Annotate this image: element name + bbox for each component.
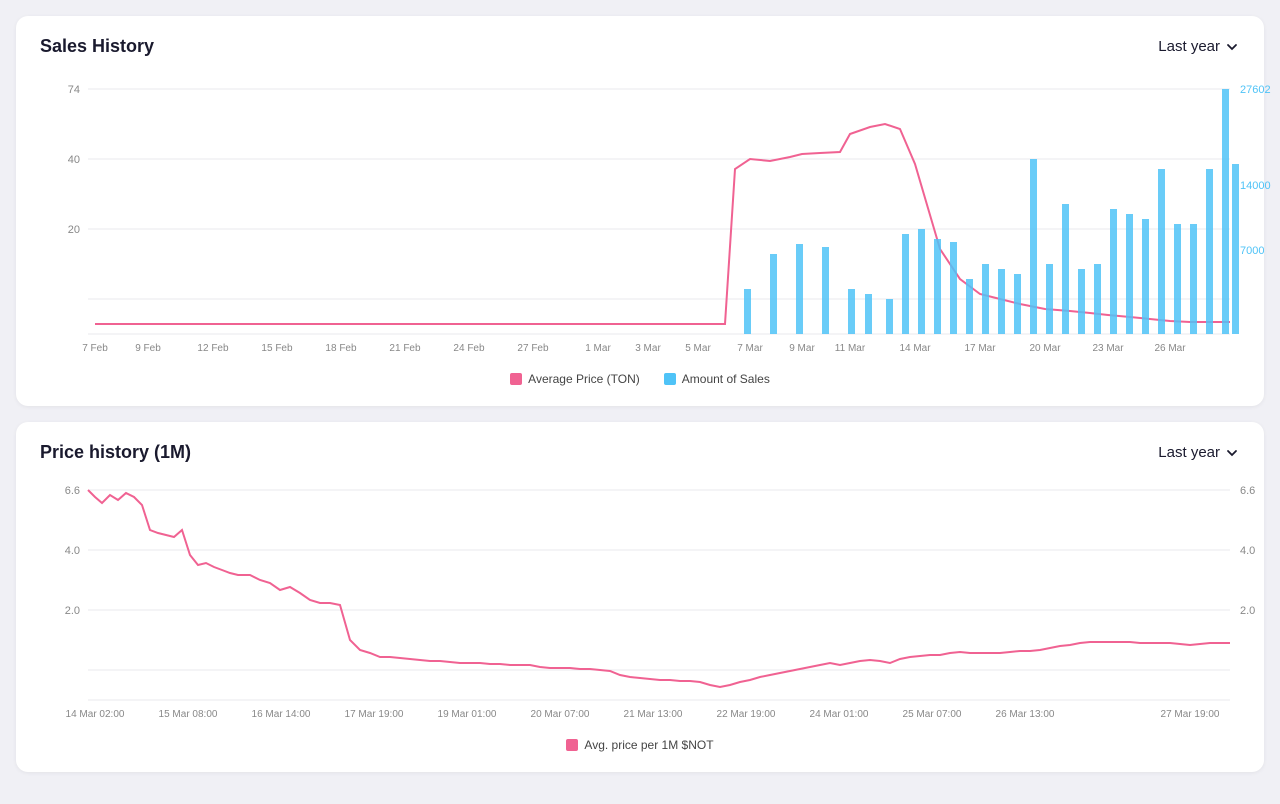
svg-text:14 Mar: 14 Mar <box>899 343 931 354</box>
svg-text:2.0: 2.0 <box>1240 605 1255 617</box>
chevron-down-icon-2 <box>1224 445 1240 461</box>
sales-history-card: Sales History Last year 74 40 20 27602 1… <box>16 16 1264 406</box>
price-history-legend: Avg. price per 1M $NOT <box>40 738 1240 752</box>
sales-history-header: Sales History Last year <box>40 36 1240 57</box>
svg-text:1 Mar: 1 Mar <box>585 343 611 354</box>
svg-text:4.0: 4.0 <box>1240 545 1255 557</box>
svg-text:2.0: 2.0 <box>65 605 80 617</box>
svg-text:20: 20 <box>68 224 80 236</box>
svg-text:12 Feb: 12 Feb <box>197 343 229 354</box>
svg-text:40: 40 <box>68 154 80 166</box>
svg-text:14000: 14000 <box>1240 180 1271 192</box>
svg-text:5 Mar: 5 Mar <box>685 343 711 354</box>
svg-text:25 Mar 07:00: 25 Mar 07:00 <box>903 709 962 720</box>
svg-text:17 Mar 19:00: 17 Mar 19:00 <box>345 709 404 720</box>
svg-text:15 Feb: 15 Feb <box>261 343 293 354</box>
svg-text:27 Mar 19:00: 27 Mar 19:00 <box>1161 709 1220 720</box>
svg-text:6.6: 6.6 <box>65 485 80 497</box>
svg-text:21 Mar 13:00: 21 Mar 13:00 <box>624 709 683 720</box>
svg-text:7 Mar: 7 Mar <box>737 343 763 354</box>
legend-avg-price: Average Price (TON) <box>510 372 640 386</box>
sales-history-svg: 74 40 20 27602 14000 7000 7 Feb 9 Feb 12… <box>40 69 1272 359</box>
price-history-svg: 6.6 4.0 2.0 6.6 4.0 2.0 14 Mar 02:00 15 … <box>40 475 1272 725</box>
svg-text:20 Mar: 20 Mar <box>1029 343 1061 354</box>
svg-text:14 Mar 02:00: 14 Mar 02:00 <box>66 709 125 720</box>
svg-text:22 Mar 19:00: 22 Mar 19:00 <box>717 709 776 720</box>
price-history-period-selector[interactable]: Last year <box>1158 444 1240 461</box>
svg-text:18 Feb: 18 Feb <box>325 343 357 354</box>
svg-text:26 Mar: 26 Mar <box>1154 343 1186 354</box>
legend-avg-price-1m-dot <box>566 739 578 751</box>
legend-amount-sales-label: Amount of Sales <box>682 372 770 386</box>
svg-text:27 Feb: 27 Feb <box>517 343 549 354</box>
svg-text:11 Mar: 11 Mar <box>835 343 866 354</box>
sales-history-period-label: Last year <box>1158 38 1220 55</box>
svg-text:9 Feb: 9 Feb <box>135 343 161 354</box>
svg-text:24 Feb: 24 Feb <box>453 343 485 354</box>
svg-text:26 Mar 13:00: 26 Mar 13:00 <box>996 709 1055 720</box>
svg-text:17 Mar: 17 Mar <box>964 343 996 354</box>
sales-history-title: Sales History <box>40 36 154 57</box>
legend-avg-price-dot <box>510 373 522 385</box>
legend-amount-sales: Amount of Sales <box>664 372 770 386</box>
sales-history-legend: Average Price (TON) Amount of Sales <box>40 372 1240 386</box>
svg-text:27602: 27602 <box>1240 84 1271 96</box>
svg-text:23 Mar: 23 Mar <box>1092 343 1124 354</box>
svg-text:19 Mar 01:00: 19 Mar 01:00 <box>438 709 497 720</box>
sales-history-chart-area: 74 40 20 27602 14000 7000 7 Feb 9 Feb 12… <box>40 69 1240 364</box>
chevron-down-icon <box>1224 39 1240 55</box>
svg-text:6.6: 6.6 <box>1240 485 1255 497</box>
legend-avg-price-1m-label: Avg. price per 1M $NOT <box>584 738 713 752</box>
price-history-title: Price history (1M) <box>40 442 191 463</box>
legend-avg-price-label: Average Price (TON) <box>528 372 640 386</box>
price-history-card: Price history (1M) Last year 6.6 4.0 2.0… <box>16 422 1264 772</box>
price-history-period-label: Last year <box>1158 444 1220 461</box>
sales-history-period-selector[interactable]: Last year <box>1158 38 1240 55</box>
svg-text:4.0: 4.0 <box>65 545 80 557</box>
svg-text:24 Mar 01:00: 24 Mar 01:00 <box>810 709 869 720</box>
svg-text:16 Mar 14:00: 16 Mar 14:00 <box>252 709 311 720</box>
svg-text:20 Mar 07:00: 20 Mar 07:00 <box>531 709 590 720</box>
legend-avg-price-1m: Avg. price per 1M $NOT <box>566 738 713 752</box>
price-history-chart-area: 6.6 4.0 2.0 6.6 4.0 2.0 14 Mar 02:00 15 … <box>40 475 1240 730</box>
svg-text:7000: 7000 <box>1240 245 1264 257</box>
svg-text:3 Mar: 3 Mar <box>635 343 661 354</box>
svg-text:15 Mar 08:00: 15 Mar 08:00 <box>159 709 218 720</box>
svg-text:7 Feb: 7 Feb <box>82 343 108 354</box>
svg-text:21 Feb: 21 Feb <box>389 343 421 354</box>
legend-amount-sales-dot <box>664 373 676 385</box>
svg-text:74: 74 <box>68 84 80 96</box>
svg-text:9 Mar: 9 Mar <box>789 343 815 354</box>
price-history-header: Price history (1M) Last year <box>40 442 1240 463</box>
